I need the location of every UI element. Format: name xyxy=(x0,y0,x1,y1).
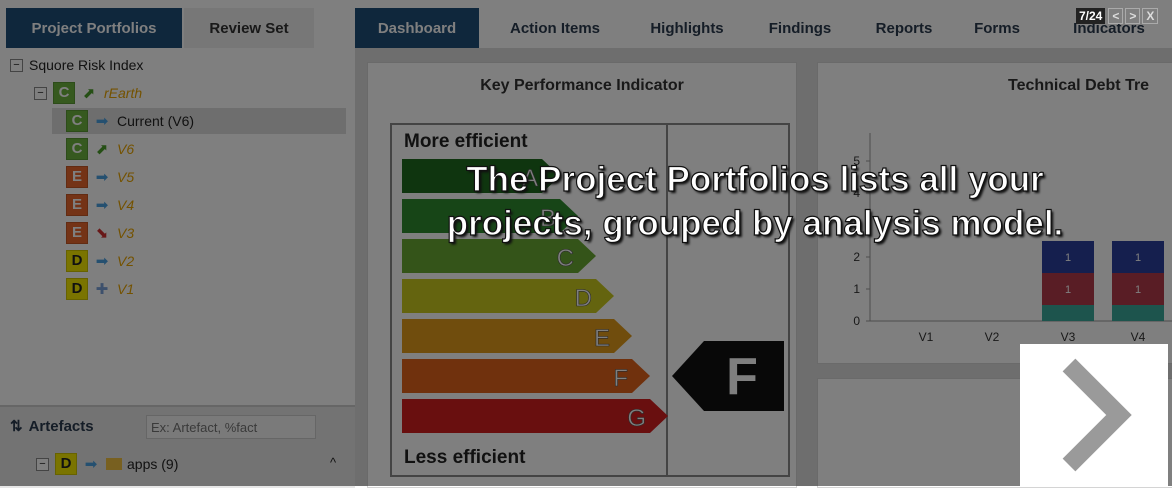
tour-counter: 7/24 xyxy=(1076,8,1106,24)
tour-controls: 7/24 < > X xyxy=(1076,6,1159,26)
tour-message-line1: The Project Portfolios lists all your xyxy=(466,159,1045,199)
tour-close-button[interactable]: X xyxy=(1142,8,1159,24)
chevron-right-icon xyxy=(1062,358,1132,472)
tour-prev-button[interactable]: < xyxy=(1108,8,1124,24)
tour-message-line2: projects, grouped by analysis model. xyxy=(446,203,1064,243)
tour-next-button[interactable] xyxy=(1020,344,1168,486)
tour-next-small-button[interactable]: > xyxy=(1125,8,1141,24)
tour-message: The Project Portfolios lists all your pr… xyxy=(300,158,1172,246)
